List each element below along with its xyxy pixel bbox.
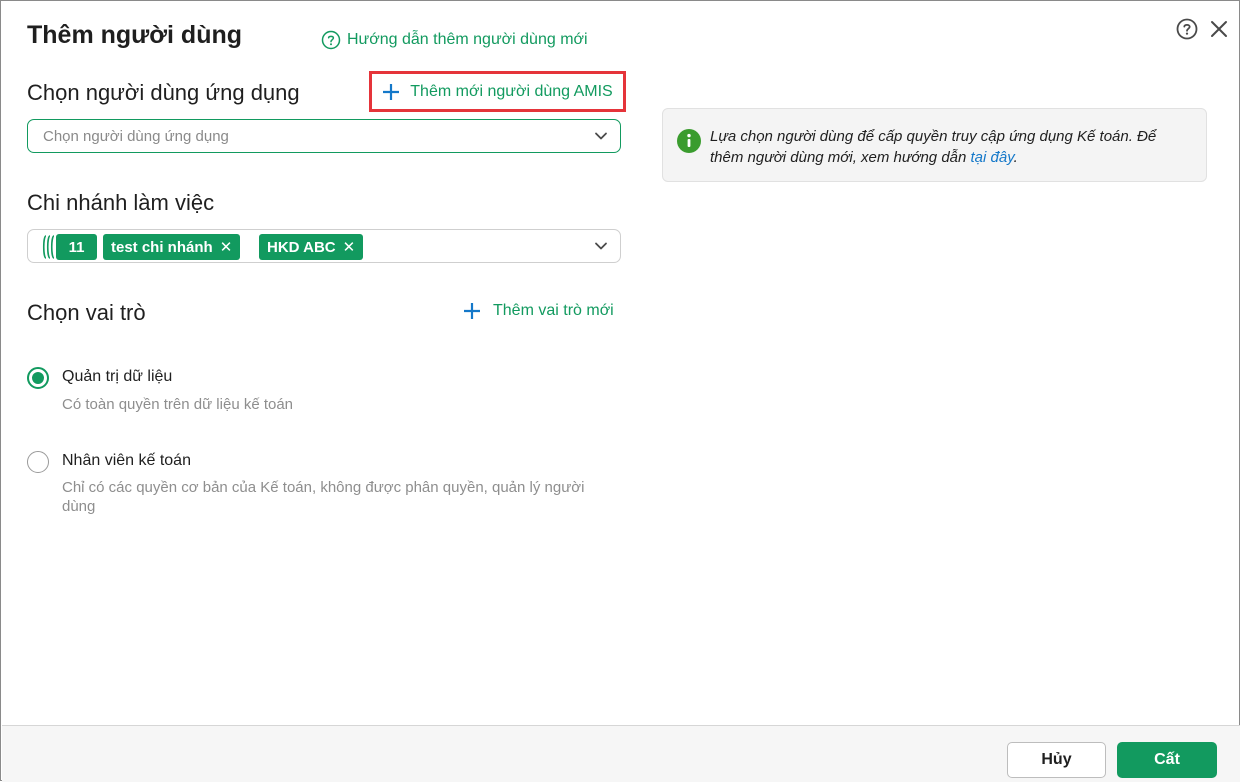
remove-chip-icon[interactable]: ✕ bbox=[343, 238, 356, 256]
remove-chip-icon[interactable]: ✕ bbox=[220, 238, 233, 256]
role-name: Nhân viên kế toán bbox=[62, 452, 191, 469]
add-role-button[interactable]: Thêm vai trò mới bbox=[463, 302, 614, 320]
branch-chip: HKD ABC ✕ bbox=[259, 234, 364, 260]
role-radio-admin[interactable] bbox=[27, 367, 49, 389]
dialog-title: Thêm người dùng bbox=[27, 21, 243, 49]
info-suffix: . bbox=[1013, 149, 1018, 166]
role-radio-accountant[interactable] bbox=[27, 451, 49, 473]
info-link[interactable]: tại đây bbox=[971, 149, 1014, 166]
info-icon bbox=[677, 129, 701, 153]
guide-link-label: Hướng dẫn thêm người dùng mới bbox=[347, 31, 588, 48]
cancel-label: Hủy bbox=[1041, 751, 1072, 768]
add-user-dialog: Thêm người dùng Hướng dẫn thêm người dùn… bbox=[0, 0, 1240, 782]
save-label: Cất bbox=[1154, 751, 1180, 768]
role-description: Chỉ có các quyền cơ bản của Kế toán, khô… bbox=[62, 479, 585, 515]
info-box: Lựa chọn người dùng để cấp quyền truy cậ… bbox=[662, 108, 1207, 182]
role-name: Quản trị dữ liệu bbox=[62, 368, 173, 385]
help-icon bbox=[321, 30, 341, 50]
plus-icon bbox=[464, 303, 480, 319]
add-amis-user-label: Thêm mới người dùng AMIS bbox=[410, 82, 613, 100]
user-select[interactable]: Chọn người dùng ứng dụng bbox=[27, 119, 621, 153]
cancel-button[interactable]: Hủy bbox=[1007, 742, 1106, 778]
user-section-label: Chọn người dùng ứng dụng bbox=[27, 80, 300, 105]
close-icon bbox=[1211, 21, 1227, 37]
save-button[interactable]: Cất bbox=[1117, 742, 1217, 778]
info-text: Lựa chọn người dùng để cấp quyền truy cậ… bbox=[710, 126, 1180, 168]
chevron-down-icon[interactable] bbox=[594, 239, 608, 253]
branch-chip-label: HKD ABC bbox=[267, 238, 336, 256]
add-amis-user-button[interactable]: Thêm mới người dùng AMIS bbox=[369, 71, 626, 112]
branch-select[interactable]: 11 test chi nhánh ✕ HKD ABC ✕ bbox=[27, 229, 621, 263]
dialog-footer: Hủy Cất bbox=[2, 725, 1240, 782]
role-description: Có toàn quyền trên dữ liệu kế toán bbox=[62, 396, 294, 413]
branch-section-label: Chi nhánh làm việc bbox=[27, 190, 215, 215]
guide-link[interactable]: Hướng dẫn thêm người dùng mới bbox=[321, 30, 588, 50]
user-select-placeholder: Chọn người dùng ứng dụng bbox=[43, 128, 229, 145]
chevron-down-icon[interactable] bbox=[594, 129, 608, 143]
chip-stack-icon bbox=[42, 235, 55, 259]
add-role-label: Thêm vai trò mới bbox=[493, 302, 614, 319]
close-button[interactable] bbox=[1210, 20, 1228, 43]
info-message: Lựa chọn người dùng để cấp quyền truy cậ… bbox=[710, 128, 1157, 166]
branch-chip: test chi nhánh ✕ bbox=[103, 234, 241, 260]
role-section-label: Chọn vai trò bbox=[27, 300, 146, 325]
plus-icon bbox=[383, 83, 400, 100]
help-icon bbox=[1176, 18, 1198, 40]
branch-count-label: 11 bbox=[68, 238, 85, 256]
branch-count-badge: 11 bbox=[56, 234, 97, 260]
help-button[interactable] bbox=[1176, 18, 1198, 45]
branch-chip-label: test chi nhánh bbox=[111, 238, 213, 256]
